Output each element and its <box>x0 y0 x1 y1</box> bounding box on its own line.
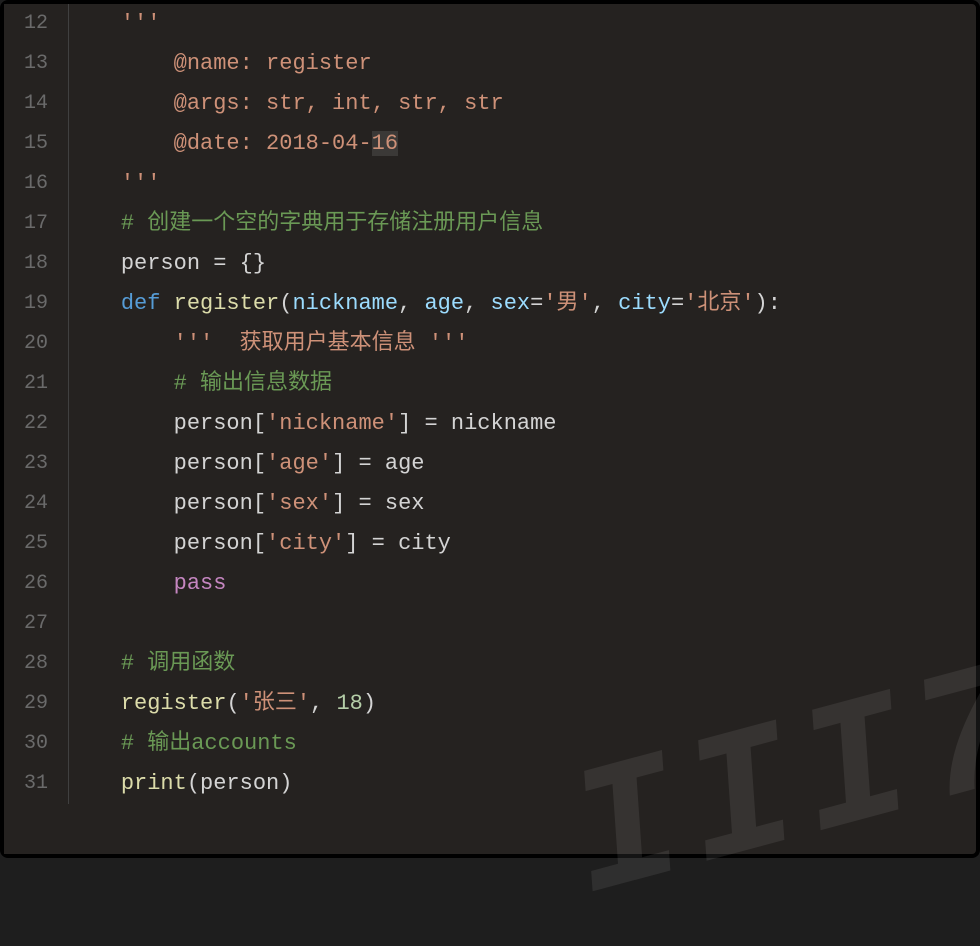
code-line-14[interactable]: @args: str, int, str, str <box>68 84 976 124</box>
line-number: 29 <box>4 684 48 724</box>
doc-tag-args: @args <box>174 91 240 116</box>
selection-highlight: 16 <box>372 131 398 156</box>
code-text: ] = city <box>345 531 451 556</box>
docstring-close: ''' <box>121 171 161 196</box>
line-number: 28 <box>4 644 48 684</box>
code-line-20[interactable]: ''' 获取用户基本信息 ''' <box>68 324 976 364</box>
comment: # 调用函数 <box>121 651 235 676</box>
line-number: 19 <box>4 284 48 324</box>
line-number: 17 <box>4 204 48 244</box>
code-line-21[interactable]: # 输出信息数据 <box>68 364 976 404</box>
line-number: 12 <box>4 4 48 44</box>
string-literal: '男' <box>543 291 591 316</box>
line-number: 31 <box>4 764 48 804</box>
doc-value: : 2018-04- <box>240 131 372 156</box>
code-text: (person) <box>187 771 293 796</box>
equals: = <box>671 291 684 316</box>
code-text: ] = sex <box>332 491 424 516</box>
code-line-31[interactable]: print(person) <box>68 764 976 804</box>
string-literal: '北京' <box>684 291 754 316</box>
param: sex <box>491 291 531 316</box>
param: nickname <box>292 291 398 316</box>
docstring-text: 获取用户基本信息 <box>213 331 429 356</box>
function-name: register <box>160 291 279 316</box>
code-line-25[interactable]: person['city'] = city <box>68 524 976 564</box>
code-line-24[interactable]: person['sex'] = sex <box>68 484 976 524</box>
comment: # 输出信息数据 <box>174 371 332 396</box>
paren-close: ): <box>755 291 781 316</box>
code-line-23[interactable]: person['age'] = age <box>68 444 976 484</box>
line-number: 26 <box>4 564 48 604</box>
line-number: 24 <box>4 484 48 524</box>
line-number: 18 <box>4 244 48 284</box>
code-line-15[interactable]: @date: 2018-04-16 <box>68 124 976 164</box>
code-line-28[interactable]: # 调用函数 <box>68 644 976 684</box>
line-number: 27 <box>4 604 48 644</box>
code-line-26[interactable]: pass <box>68 564 976 604</box>
comment: # 输出accounts <box>121 731 297 756</box>
comma: , <box>464 291 490 316</box>
function-call: register <box>121 691 227 716</box>
code-line-18[interactable]: person = {} <box>68 244 976 284</box>
comma: , <box>592 291 618 316</box>
line-number: 25 <box>4 524 48 564</box>
code-text: person[ <box>174 451 266 476</box>
line-number: 20 <box>4 324 48 364</box>
param: city <box>618 291 671 316</box>
string-literal: 'city' <box>266 531 345 556</box>
code-line-16[interactable]: ''' <box>68 164 976 204</box>
keyword-pass: pass <box>174 571 227 596</box>
code-line-19[interactable]: def register(nickname, age, sex='男', cit… <box>68 284 976 324</box>
code-line-12[interactable]: ''' <box>68 4 976 44</box>
string-literal: 'nickname' <box>266 411 398 436</box>
code-text: person[ <box>174 491 266 516</box>
code-line-29[interactable]: register('张三', 18) <box>68 684 976 724</box>
builtin-print: print <box>121 771 187 796</box>
comma: , <box>310 691 336 716</box>
code-text: person[ <box>174 411 266 436</box>
line-number: 15 <box>4 124 48 164</box>
code-text: ] = age <box>332 451 424 476</box>
doc-tag-name: @name <box>174 51 240 76</box>
doc-value: : str, int, str, str <box>240 91 504 116</box>
code-line-30[interactable]: # 输出accounts <box>68 724 976 764</box>
string-literal: 'sex' <box>266 491 332 516</box>
number-literal: 18 <box>336 691 362 716</box>
code-line-27[interactable] <box>68 604 976 644</box>
paren-close: ) <box>363 691 376 716</box>
line-number-gutter: 12 13 14 15 16 17 18 19 20 21 22 23 24 2… <box>4 4 60 854</box>
code-content[interactable]: ''' @name: register @args: str, int, str… <box>60 4 976 854</box>
code-text: person[ <box>174 531 266 556</box>
code-text: ] = nickname <box>398 411 556 436</box>
doc-tag-date: @date <box>174 131 240 156</box>
line-number: 21 <box>4 364 48 404</box>
line-number: 23 <box>4 444 48 484</box>
code-line-13[interactable]: @name: register <box>68 44 976 84</box>
line-number: 16 <box>4 164 48 204</box>
string-literal: 'age' <box>266 451 332 476</box>
line-number: 30 <box>4 724 48 764</box>
paren: ( <box>279 291 292 316</box>
code-text: person = {} <box>121 251 266 276</box>
keyword-def: def <box>121 291 161 316</box>
code-line-17[interactable]: # 创建一个空的字典用于存储注册用户信息 <box>68 204 976 244</box>
docstring-quote: ''' <box>429 331 469 356</box>
code-editor[interactable]: 12 13 14 15 16 17 18 19 20 21 22 23 24 2… <box>0 0 980 858</box>
line-number: 22 <box>4 404 48 444</box>
string-literal: '张三' <box>240 691 310 716</box>
doc-value: : register <box>240 51 372 76</box>
line-number: 14 <box>4 84 48 124</box>
docstring-open: ''' <box>121 11 161 36</box>
code-line-22[interactable]: person['nickname'] = nickname <box>68 404 976 444</box>
docstring-quote: ''' <box>174 331 214 356</box>
comma: , <box>398 291 424 316</box>
equals: = <box>530 291 543 316</box>
line-number: 13 <box>4 44 48 84</box>
param: age <box>424 291 464 316</box>
comment: # 创建一个空的字典用于存储注册用户信息 <box>121 211 543 236</box>
paren: ( <box>226 691 239 716</box>
